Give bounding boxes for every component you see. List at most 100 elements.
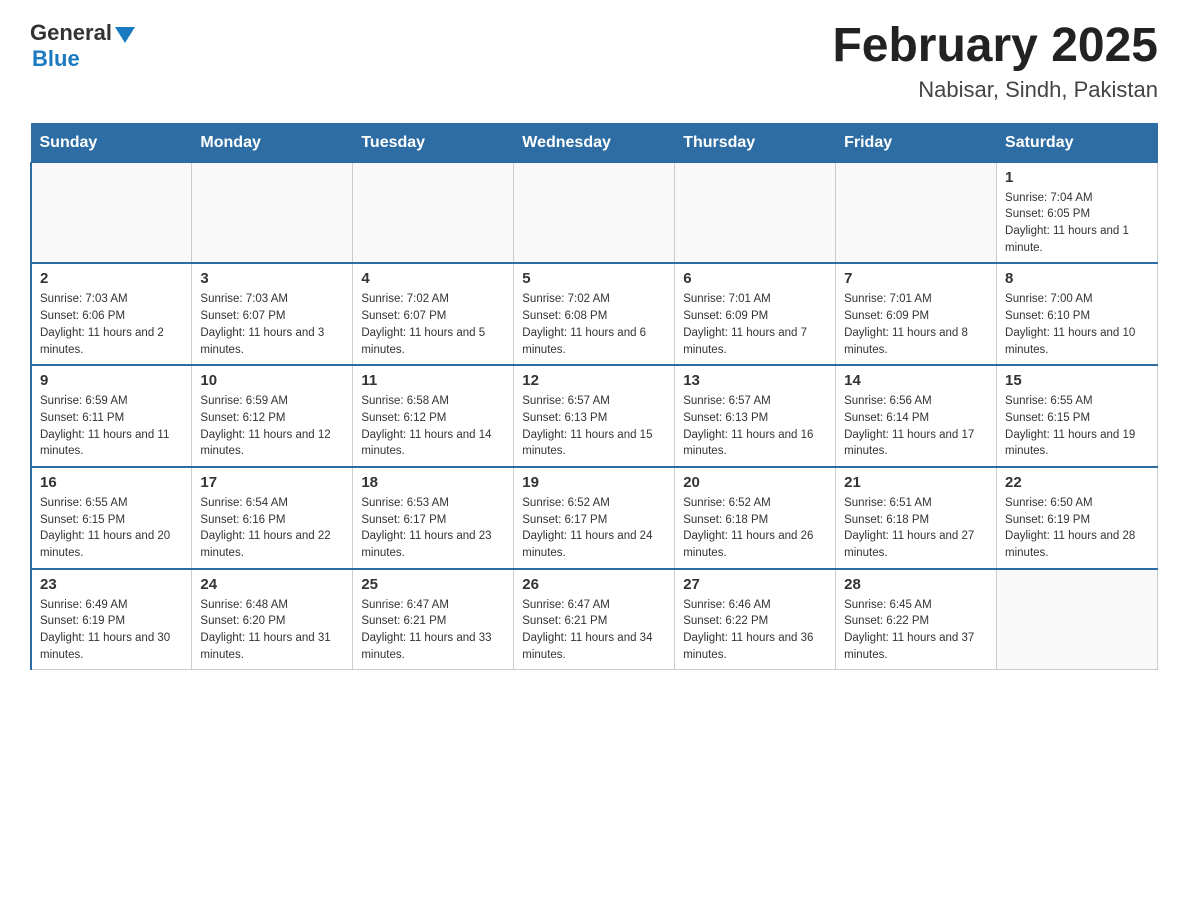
day-number: 21: [844, 474, 988, 491]
day-info: Sunrise: 6:53 AMSunset: 6:17 PMDaylight:…: [361, 495, 505, 562]
calendar-cell: 13 Sunrise: 6:57 AMSunset: 6:13 PMDayligh…: [675, 365, 836, 467]
day-info: Sunrise: 7:01 AMSunset: 6:09 PMDaylight:…: [683, 291, 827, 358]
calendar-cell: 26 Sunrise: 6:47 AMSunset: 6:21 PMDayligh…: [514, 569, 675, 670]
day-number: 9: [40, 372, 183, 389]
calendar-cell: 20 Sunrise: 6:52 AMSunset: 6:18 PMDayligh…: [675, 467, 836, 569]
calendar-cell: 11 Sunrise: 6:58 AMSunset: 6:12 PMDayligh…: [353, 365, 514, 467]
weekday-header-saturday: Saturday: [997, 123, 1158, 162]
day-number: 17: [200, 474, 344, 491]
day-number: 12: [522, 372, 666, 389]
day-number: 20: [683, 474, 827, 491]
weekday-header-tuesday: Tuesday: [353, 123, 514, 162]
day-number: 19: [522, 474, 666, 491]
page-header: General Blue February 2025 Nabisar, Sind…: [30, 20, 1158, 103]
day-number: 13: [683, 372, 827, 389]
calendar-cell: [514, 162, 675, 263]
day-number: 11: [361, 372, 505, 389]
logo-arrow-icon: [115, 27, 135, 43]
day-info: Sunrise: 6:51 AMSunset: 6:18 PMDaylight:…: [844, 495, 988, 562]
day-number: 24: [200, 576, 344, 593]
day-info: Sunrise: 7:03 AMSunset: 6:07 PMDaylight:…: [200, 291, 344, 358]
month-year-title: February 2025: [832, 20, 1158, 73]
calendar-cell: [31, 162, 192, 263]
calendar-table: SundayMondayTuesdayWednesdayThursdayFrid…: [30, 123, 1158, 670]
day-info: Sunrise: 7:02 AMSunset: 6:07 PMDaylight:…: [361, 291, 505, 358]
calendar-cell: 24 Sunrise: 6:48 AMSunset: 6:20 PMDayligh…: [192, 569, 353, 670]
calendar-cell: 5 Sunrise: 7:02 AMSunset: 6:08 PMDaylight…: [514, 263, 675, 365]
day-info: Sunrise: 6:47 AMSunset: 6:21 PMDaylight:…: [361, 597, 505, 664]
day-number: 7: [844, 270, 988, 287]
day-number: 10: [200, 372, 344, 389]
day-number: 23: [40, 576, 183, 593]
calendar-cell: 4 Sunrise: 7:02 AMSunset: 6:07 PMDaylight…: [353, 263, 514, 365]
calendar-cell: 16Sunrise: 6:55 AMSunset: 6:15 PMDayligh…: [31, 467, 192, 569]
calendar-cell: [836, 162, 997, 263]
day-info: Sunrise: 6:59 AMSunset: 6:12 PMDaylight:…: [200, 393, 344, 460]
weekday-header-monday: Monday: [192, 123, 353, 162]
logo: General Blue: [30, 20, 135, 72]
calendar-cell: [353, 162, 514, 263]
day-info: Sunrise: 6:58 AMSunset: 6:12 PMDaylight:…: [361, 393, 505, 460]
calendar-cell: 17 Sunrise: 6:54 AMSunset: 6:16 PMDayligh…: [192, 467, 353, 569]
day-info: Sunrise: 6:59 AMSunset: 6:11 PMDaylight:…: [40, 393, 183, 460]
location-subtitle: Nabisar, Sindh, Pakistan: [832, 77, 1158, 103]
calendar-week-row: 9 Sunrise: 6:59 AMSunset: 6:11 PMDaylight…: [31, 365, 1158, 467]
calendar-cell: 8 Sunrise: 7:00 AMSunset: 6:10 PMDaylight…: [997, 263, 1158, 365]
calendar-cell: [192, 162, 353, 263]
calendar-cell: 21 Sunrise: 6:51 AMSunset: 6:18 PMDayligh…: [836, 467, 997, 569]
day-info: Sunrise: 6:52 AMSunset: 6:18 PMDaylight:…: [683, 495, 827, 562]
day-info: Sunrise: 7:02 AMSunset: 6:08 PMDaylight:…: [522, 291, 666, 358]
logo-general-text: General: [30, 20, 112, 46]
day-info: Sunrise: 6:46 AMSunset: 6:22 PMDaylight:…: [683, 597, 827, 664]
calendar-cell: [997, 569, 1158, 670]
day-number: 28: [844, 576, 988, 593]
calendar-cell: 12 Sunrise: 6:57 AMSunset: 6:13 PMDayligh…: [514, 365, 675, 467]
day-info: Sunrise: 6:57 AMSunset: 6:13 PMDaylight:…: [683, 393, 827, 460]
day-info: Sunrise: 7:00 AMSunset: 6:10 PMDaylight:…: [1005, 291, 1149, 358]
day-info: Sunrise: 6:57 AMSunset: 6:13 PMDaylight:…: [522, 393, 666, 460]
calendar-cell: [675, 162, 836, 263]
day-number: 22: [1005, 474, 1149, 491]
day-info: Sunrise: 6:48 AMSunset: 6:20 PMDaylight:…: [200, 597, 344, 664]
day-number: 27: [683, 576, 827, 593]
day-info: Sunrise: 6:54 AMSunset: 6:16 PMDaylight:…: [200, 495, 344, 562]
day-info: Sunrise: 6:56 AMSunset: 6:14 PMDaylight:…: [844, 393, 988, 460]
day-number: 8: [1005, 270, 1149, 287]
weekday-header-thursday: Thursday: [675, 123, 836, 162]
day-number: 16: [40, 474, 183, 491]
calendar-cell: 22Sunrise: 6:50 AMSunset: 6:19 PMDayligh…: [997, 467, 1158, 569]
day-info: Sunrise: 6:47 AMSunset: 6:21 PMDaylight:…: [522, 597, 666, 664]
day-info: Sunrise: 6:52 AMSunset: 6:17 PMDaylight:…: [522, 495, 666, 562]
calendar-cell: 10 Sunrise: 6:59 AMSunset: 6:12 PMDayligh…: [192, 365, 353, 467]
day-number: 25: [361, 576, 505, 593]
day-number: 2: [40, 270, 183, 287]
weekday-header-wednesday: Wednesday: [514, 123, 675, 162]
weekday-header-sunday: Sunday: [31, 123, 192, 162]
calendar-cell: 27 Sunrise: 6:46 AMSunset: 6:22 PMDayligh…: [675, 569, 836, 670]
day-info: Sunrise: 6:55 AMSunset: 6:15 PMDaylight:…: [1005, 393, 1149, 460]
title-block: February 2025 Nabisar, Sindh, Pakistan: [832, 20, 1158, 103]
day-number: 26: [522, 576, 666, 593]
day-number: 6: [683, 270, 827, 287]
day-info: Sunrise: 6:45 AMSunset: 6:22 PMDaylight:…: [844, 597, 988, 664]
calendar-cell: 19 Sunrise: 6:52 AMSunset: 6:17 PMDayligh…: [514, 467, 675, 569]
day-number: 4: [361, 270, 505, 287]
day-info: Sunrise: 7:04 AMSunset: 6:05 PMDaylight:…: [1005, 190, 1149, 257]
calendar-week-row: 2 Sunrise: 7:03 AMSunset: 6:06 PMDaylight…: [31, 263, 1158, 365]
calendar-cell: 14Sunrise: 6:56 AMSunset: 6:14 PMDayligh…: [836, 365, 997, 467]
calendar-week-row: 16Sunrise: 6:55 AMSunset: 6:15 PMDayligh…: [31, 467, 1158, 569]
day-number: 15: [1005, 372, 1149, 389]
day-number: 18: [361, 474, 505, 491]
calendar-cell: 3 Sunrise: 7:03 AMSunset: 6:07 PMDaylight…: [192, 263, 353, 365]
calendar-cell: 6 Sunrise: 7:01 AMSunset: 6:09 PMDaylight…: [675, 263, 836, 365]
day-info: Sunrise: 7:01 AMSunset: 6:09 PMDaylight:…: [844, 291, 988, 358]
day-number: 5: [522, 270, 666, 287]
day-info: Sunrise: 6:49 AMSunset: 6:19 PMDaylight:…: [40, 597, 183, 664]
day-info: Sunrise: 7:03 AMSunset: 6:06 PMDaylight:…: [40, 291, 183, 358]
calendar-cell: 2 Sunrise: 7:03 AMSunset: 6:06 PMDaylight…: [31, 263, 192, 365]
calendar-cell: 28 Sunrise: 6:45 AMSunset: 6:22 PMDayligh…: [836, 569, 997, 670]
day-number: 1: [1005, 169, 1149, 186]
calendar-cell: 25 Sunrise: 6:47 AMSunset: 6:21 PMDayligh…: [353, 569, 514, 670]
day-number: 3: [200, 270, 344, 287]
calendar-cell: 23 Sunrise: 6:49 AMSunset: 6:19 PMDayligh…: [31, 569, 192, 670]
